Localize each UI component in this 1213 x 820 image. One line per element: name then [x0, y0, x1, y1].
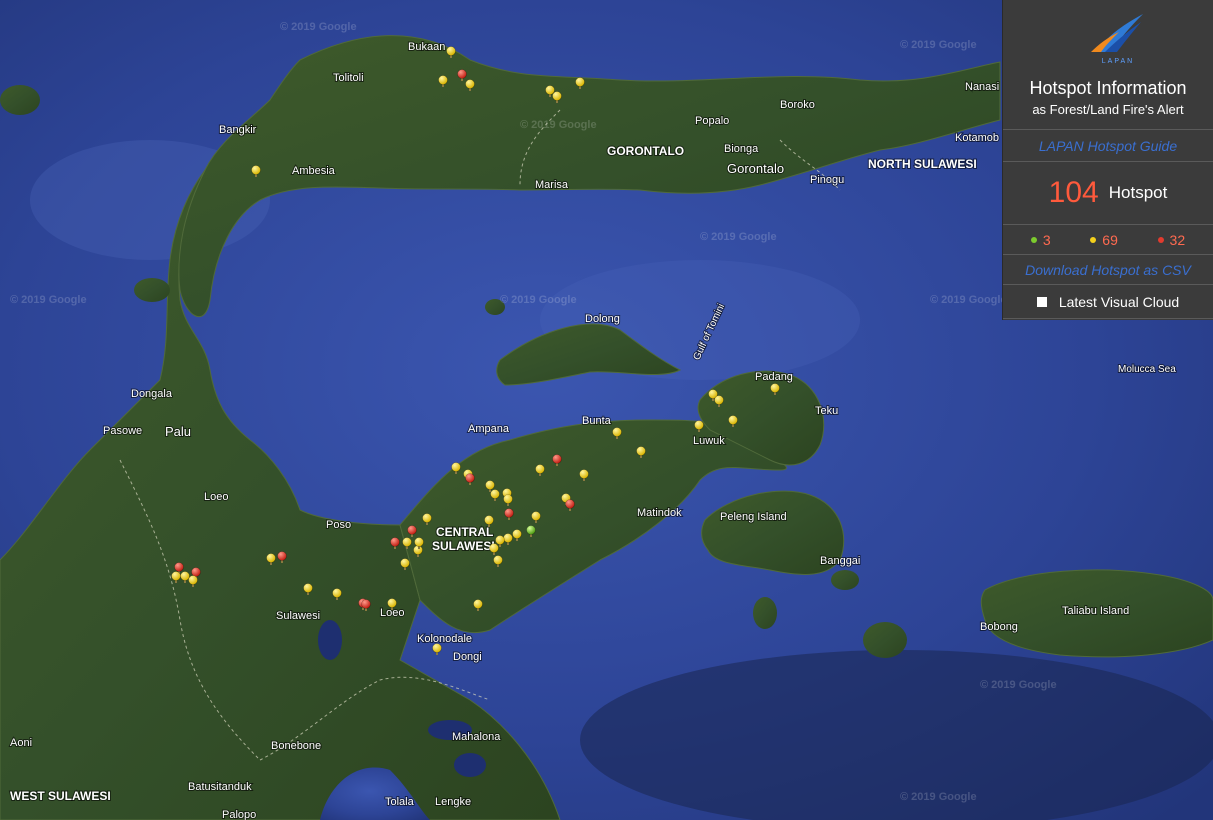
svg-text:Batusitanduk: Batusitanduk: [188, 781, 252, 793]
svg-text:© 2019 Google: © 2019 Google: [520, 119, 597, 131]
svg-text:Peleng Island: Peleng Island: [720, 511, 787, 523]
svg-text:Aoni: Aoni: [10, 737, 32, 749]
svg-text:© 2019 Google: © 2019 Google: [900, 791, 977, 803]
svg-text:© 2019 Google: © 2019 Google: [700, 231, 777, 243]
svg-text:Matindok: Matindok: [637, 507, 682, 519]
svg-text:Palu: Palu: [165, 424, 191, 439]
download-csv-link[interactable]: Download Hotspot as CSV: [1003, 255, 1213, 285]
hotspot-total-value: 104: [1048, 176, 1099, 209]
islet: [134, 278, 170, 302]
svg-text:© 2019 Google: © 2019 Google: [900, 39, 977, 51]
svg-text:Luwuk: Luwuk: [693, 435, 725, 447]
legend-red-count: 32: [1169, 231, 1186, 248]
hotspot-info-panel: LAPAN Hotspot Information as Forest/Land…: [1003, 0, 1213, 320]
legend-yellow-count: 69: [1102, 231, 1118, 248]
svg-text:LAPAN: LAPAN: [1102, 58, 1134, 65]
hotspot-legend: 3 69 32: [1003, 225, 1213, 255]
islet: [863, 622, 907, 658]
svg-text:NORTH SULAWESI: NORTH SULAWESI: [868, 157, 977, 171]
svg-text:WEST SULAWESI: WEST SULAWESI: [10, 789, 111, 803]
svg-text:Nanasi: Nanasi: [965, 81, 999, 93]
svg-text:Sulawesi: Sulawesi: [276, 610, 320, 622]
svg-text:Bonebone: Bonebone: [271, 740, 321, 752]
hotspot-total-unit: Hotspot: [1108, 183, 1168, 202]
svg-text:Banggai: Banggai: [820, 555, 860, 567]
svg-text:Bukaan: Bukaan: [408, 41, 445, 53]
green-dot-icon: [1030, 236, 1037, 243]
svg-text:© 2019 Google: © 2019 Google: [280, 21, 357, 33]
svg-text:Pinogu: Pinogu: [810, 174, 844, 186]
panel-subtitle: as Forest/Land Fire's Alert: [1032, 102, 1184, 117]
svg-text:Boroko: Boroko: [780, 99, 815, 111]
svg-text:Tolitoli: Tolitoli: [333, 72, 364, 84]
svg-text:SULAWESI: SULAWESI: [432, 539, 495, 553]
svg-text:Bionga: Bionga: [724, 143, 759, 155]
svg-text:Dongala: Dongala: [131, 388, 173, 400]
panel-header: LAPAN Hotspot Information as Forest/Land…: [1003, 0, 1213, 130]
legend-red: 32: [1157, 231, 1186, 248]
svg-text:Lengke: Lengke: [435, 796, 471, 808]
svg-text:Kolonodale: Kolonodale: [417, 633, 472, 645]
svg-text:Mahalona: Mahalona: [452, 731, 501, 743]
cloud-checkbox-icon[interactable]: [1036, 296, 1047, 307]
svg-text:GORONTALO: GORONTALO: [607, 144, 684, 158]
lake: [454, 753, 486, 777]
svg-text:© 2019 Google: © 2019 Google: [500, 294, 577, 306]
panel-title: Hotspot Information: [1029, 78, 1187, 98]
legend-green-count: 3: [1042, 231, 1051, 248]
svg-text:CENTRAL: CENTRAL: [436, 525, 493, 539]
svg-text:Popalo: Popalo: [695, 115, 729, 127]
svg-text:Dolong: Dolong: [585, 313, 620, 325]
lake: [318, 620, 342, 660]
svg-text:Poso: Poso: [326, 519, 351, 531]
svg-text:Palopo: Palopo: [222, 809, 256, 820]
svg-text:Pasowe: Pasowe: [103, 425, 142, 437]
svg-text:Ambesia: Ambesia: [292, 165, 336, 177]
legend-yellow: 69: [1090, 232, 1118, 248]
latest-visual-cloud-toggle[interactable]: Latest Visual Cloud: [1003, 285, 1213, 319]
lapan-logo: LAPAN: [1091, 14, 1143, 65]
svg-text:Padang: Padang: [755, 371, 793, 383]
hotspot-guide-link[interactable]: LAPAN Hotspot Guide: [1003, 130, 1213, 162]
svg-text:Gorontalo: Gorontalo: [727, 161, 784, 176]
svg-text:Bunta: Bunta: [582, 415, 612, 427]
svg-text:Marisa: Marisa: [535, 179, 569, 191]
svg-text:Kotamob: Kotamob: [955, 132, 999, 144]
yellow-dot-icon: [1090, 236, 1097, 243]
islet: [753, 597, 777, 629]
svg-text:Ampana: Ampana: [468, 423, 510, 435]
cloud-label: Latest Visual Cloud: [1058, 293, 1180, 310]
hotspot-total: 104 Hotspot: [1003, 162, 1213, 225]
islet: [831, 570, 859, 590]
svg-text:Loeo: Loeo: [204, 491, 228, 503]
svg-text:Teku: Teku: [815, 405, 838, 417]
svg-text:© 2019 Google: © 2019 Google: [930, 294, 1007, 306]
svg-text:Molucca Sea: Molucca Sea: [1118, 364, 1176, 375]
svg-text:© 2019 Google: © 2019 Google: [980, 679, 1057, 691]
svg-text:Dongi: Dongi: [453, 651, 482, 663]
svg-text:Bangkir: Bangkir: [219, 124, 257, 136]
islet: [0, 85, 40, 115]
svg-text:Bobong: Bobong: [980, 621, 1018, 633]
legend-green: 3: [1030, 231, 1051, 248]
svg-text:© 2019 Google: © 2019 Google: [10, 294, 87, 306]
red-dot-icon: [1157, 236, 1164, 243]
svg-text:Tolala: Tolala: [385, 796, 415, 808]
svg-text:Taliabu Island: Taliabu Island: [1062, 605, 1129, 617]
